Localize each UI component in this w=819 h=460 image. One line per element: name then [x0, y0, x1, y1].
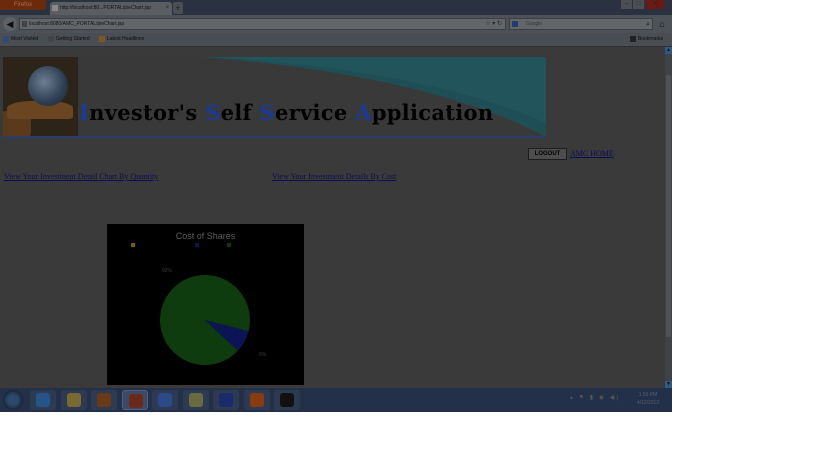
browser-tab-bar: Firefox http://localhost:80...PORTAL/pie… [0, 0, 672, 15]
ie-icon [36, 393, 50, 407]
bookmark-most-visited[interactable]: Most Visited [3, 33, 38, 46]
legend-marker [227, 243, 231, 247]
tab-title: http://localhost:80...PORTAL/pieChart.js… [60, 5, 151, 11]
new-tab-button[interactable]: + [173, 2, 183, 14]
system-tray[interactable]: ▴ ⚑ ▮ ◉ ◀) [570, 394, 620, 401]
rss-feed-icon [99, 35, 105, 42]
url-text: localhost:8080/AMC_PORTAL/pieChart.jsp [29, 21, 125, 27]
clock-time: 1:56 PM [638, 392, 658, 398]
taskbar-app-app7[interactable] [213, 390, 239, 410]
pie-data-label: 92% [162, 268, 173, 274]
close-tab-icon[interactable]: × [165, 2, 169, 15]
bookmarks-icon [630, 35, 636, 42]
desktop-screen: Firefox http://localhost:80...PORTAL/pie… [0, 0, 672, 412]
maximize-icon[interactable]: □ [633, 0, 644, 9]
search-input[interactable]: Google ⌕ [509, 18, 653, 30]
firefox-icon [128, 394, 143, 408]
taskbar-app-app9[interactable] [274, 390, 300, 410]
search-placeholder: Google [526, 21, 543, 27]
taskbar-app-app8[interactable] [243, 390, 270, 410]
pie-slice [160, 274, 250, 365]
bookmarks-menu-button[interactable]: Bookmarks [630, 33, 663, 46]
taskbar-app-app6[interactable] [182, 390, 209, 410]
page-icon [48, 35, 54, 42]
site-identity-icon [22, 21, 27, 27]
taskbar-app-app5[interactable] [152, 390, 178, 410]
url-bar[interactable]: localhost:8080/AMC_PORTAL/pieChart.jsp ☆… [19, 18, 506, 30]
pie-chart: Cost of Shares 92% 8% [107, 224, 304, 385]
most-visited-icon [3, 35, 9, 42]
pie-chart-svg: 92% 8% [131, 243, 267, 365]
app5-icon [158, 393, 172, 407]
clock-date: 4/12/2013 [636, 400, 660, 406]
app6-icon [188, 393, 203, 407]
header-banner: Investor's Self Service Application [3, 57, 546, 137]
search-engine-icon[interactable] [512, 21, 518, 27]
taskbar-app-explorer[interactable] [60, 390, 87, 410]
chart-by-quantity-link[interactable]: View Your Investment Detail Chart By Qua… [4, 172, 158, 181]
pie-data-label: 8% [259, 352, 267, 358]
home-icon[interactable]: ⌂ [656, 18, 668, 30]
logout-button[interactable]: LOGOUT [528, 148, 567, 160]
navigation-toolbar: ◀ localhost:8080/AMC_PORTAL/pieChart.jsp… [0, 15, 672, 33]
explorer-icon [66, 393, 81, 407]
app8-icon [249, 393, 264, 407]
globe-in-hand-logo [3, 57, 78, 137]
close-window-icon[interactable]: ✕ [646, 0, 664, 9]
banner-wave [203, 57, 546, 137]
search-icon[interactable]: ⌕ [646, 19, 650, 30]
taskbar-app-firefox[interactable] [121, 390, 148, 410]
scrollbar-thumb[interactable] [666, 75, 671, 337]
back-arrow-icon[interactable]: ◀ [3, 17, 17, 31]
page-viewport: Investor's Self Service Application LOGO… [0, 47, 665, 388]
browser-tab[interactable]: http://localhost:80...PORTAL/pieChart.js… [50, 2, 172, 15]
app-title: Investor's Self Service Application [79, 100, 494, 125]
legend-marker [131, 243, 135, 247]
start-button[interactable] [3, 390, 23, 410]
banner-divider [3, 136, 546, 138]
app9-icon [280, 393, 294, 407]
media-player-icon [97, 393, 111, 407]
vertical-scrollbar[interactable]: ▲ ▼ [665, 47, 672, 388]
scroll-up-icon[interactable]: ▲ [665, 47, 672, 54]
windows-taskbar: ▴ ⚑ ▮ ◉ ◀) 1:56 PM 4/12/2013 [0, 388, 672, 412]
taskbar-clock[interactable]: 1:56 PM 4/12/2013 [628, 391, 668, 407]
bookmark-getting-started[interactable]: Getting Started [48, 33, 90, 46]
bookmarks-toolbar: Most Visited Getting Started Latest Head… [0, 33, 672, 47]
details-by-cost-link[interactable]: View Your Investment Details By Cost [272, 172, 396, 181]
app7-icon [219, 393, 233, 407]
scroll-down-icon[interactable]: ▼ [665, 381, 672, 388]
bookmark-star-icon[interactable]: ☆ ▾ ↻ [485, 19, 502, 30]
bookmark-latest-headlines[interactable]: Latest Headlines [99, 33, 144, 46]
firefox-menu-button[interactable]: Firefox [0, 0, 46, 10]
taskbar-app-media-player[interactable] [91, 390, 117, 410]
amc-home-link[interactable]: AMC HOME [570, 149, 614, 158]
minimize-icon[interactable]: – [621, 0, 632, 9]
page-favicon-icon [52, 5, 58, 11]
legend-marker [195, 243, 199, 247]
taskbar-app-ie[interactable] [30, 390, 56, 410]
